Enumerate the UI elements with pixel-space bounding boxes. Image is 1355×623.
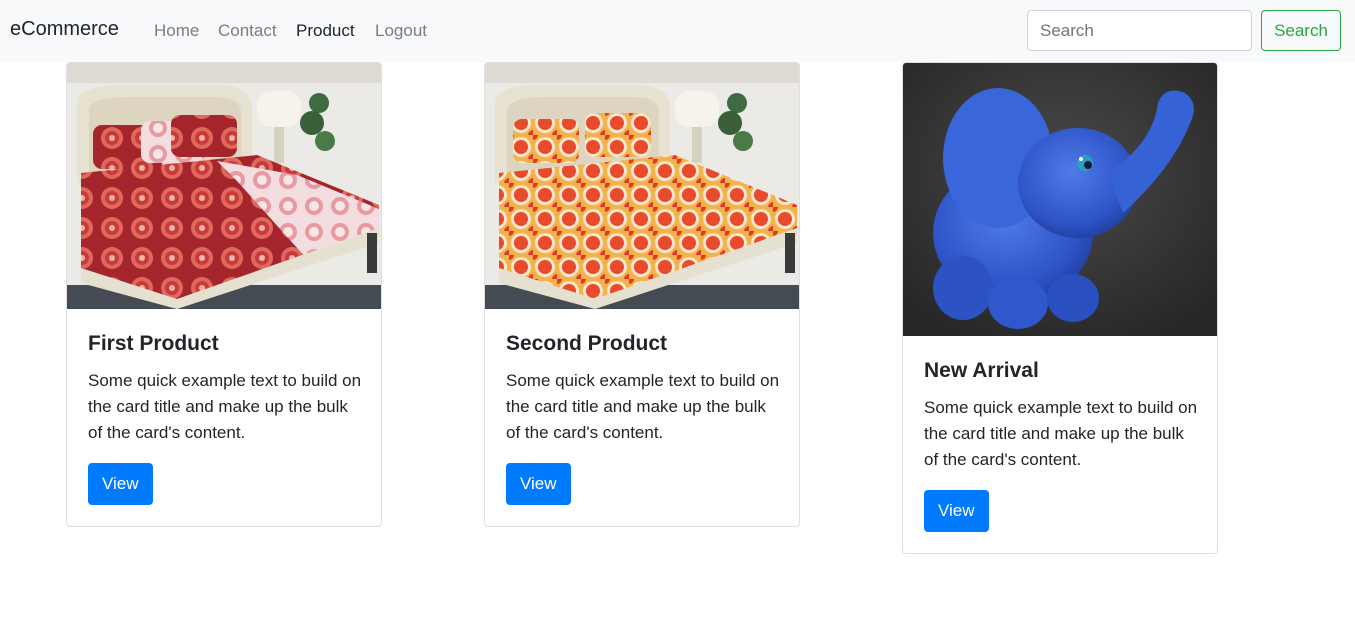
nav-link-contact[interactable]: Contact: [218, 21, 277, 41]
card-title: Second Product: [506, 332, 668, 355]
card-body: Second Product Some quick example text t…: [485, 309, 799, 526]
nav-link-product[interactable]: Product: [296, 21, 355, 41]
product-image-orange-bedsheet[interactable]: [485, 63, 799, 309]
card-text: Some quick example text to build on the …: [88, 371, 362, 442]
navbar: eCommerce Home Contact Product Logout Se…: [0, 0, 1355, 62]
view-button[interactable]: View: [88, 463, 153, 505]
card-title: New Arrival: [924, 359, 1039, 382]
card-text: Some quick example text to build on the …: [924, 398, 1198, 469]
product-card: Second Product Some quick example text t…: [484, 62, 800, 527]
search-button[interactable]: Search: [1261, 10, 1341, 51]
card-body: First Product Some quick example text to…: [67, 309, 381, 526]
product-image-blue-elephant[interactable]: [903, 63, 1217, 336]
product-image-red-bedsheet[interactable]: [67, 63, 381, 309]
search-input[interactable]: [1027, 10, 1252, 51]
card-body: New Arrival Some quick example text to b…: [903, 336, 1217, 553]
nav-link-home[interactable]: Home: [154, 21, 199, 41]
product-card: First Product Some quick example text to…: [66, 62, 382, 527]
product-card: New Arrival Some quick example text to b…: [902, 62, 1218, 554]
view-button[interactable]: View: [506, 463, 571, 505]
card-title: First Product: [88, 332, 219, 355]
brand-logo-link[interactable]: eCommerce: [10, 18, 119, 41]
card-text: Some quick example text to build on the …: [506, 371, 780, 442]
view-button[interactable]: View: [924, 490, 989, 532]
nav-link-logout[interactable]: Logout: [375, 21, 427, 41]
